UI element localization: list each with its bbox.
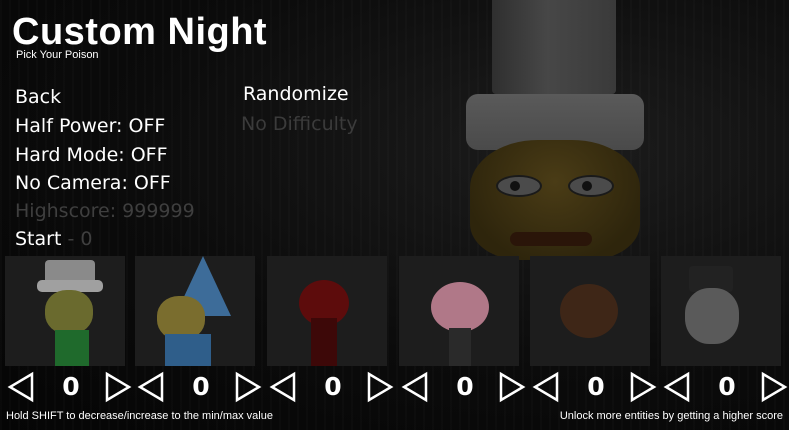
start-button[interactable]: Start [15,228,61,250]
entity-count: 0 [324,372,342,401]
entity-count: 0 [456,372,474,401]
decrease-arrow-icon[interactable] [269,371,297,403]
chef-body [55,330,89,366]
decrease-arrow-icon[interactable] [532,371,560,403]
increase-arrow-icon[interactable] [234,371,262,403]
shift-hint-text: Hold SHIFT to decrease/increase to the m… [6,410,273,422]
red-blob-body [311,318,337,366]
entity-counter-6: 0 [661,369,789,405]
no-camera-toggle[interactable]: No Camera: OFF [15,171,171,195]
entity-count: 0 [192,372,210,401]
pale-face-head [685,288,739,344]
entity-counter-2: 0 [135,369,266,405]
entity-card-chef-hat [5,256,125,366]
entity-counter-3: 0 [267,369,398,405]
entity-count: 0 [62,372,80,401]
increase-arrow-icon[interactable] [629,371,657,403]
decrease-arrow-icon[interactable] [7,371,35,403]
difficulty-label: No Difficulty [241,113,358,135]
hard-mode-toggle[interactable]: Hard Mode: OFF [15,143,168,167]
entity-card-pale-face [661,256,781,366]
increase-arrow-icon[interactable] [760,371,788,403]
entity-card-red-blob [267,256,387,366]
portrait-mouth [510,232,592,246]
decrease-arrow-icon[interactable] [401,371,429,403]
wizard-body [165,334,211,366]
portrait-right-eye [568,175,614,197]
increase-arrow-icon[interactable] [498,371,526,403]
pink-ball-body [449,328,471,366]
chef-head [45,290,93,334]
highscore-label: Highscore: 999999 [15,200,195,222]
portrait-hat [492,0,616,94]
decrease-arrow-icon[interactable] [137,371,165,403]
portrait-left-eye [496,175,542,197]
start-score: - 0 [67,228,93,250]
entity-card-pink-ball [399,256,519,366]
start-row: Start - 0 [15,227,92,251]
entity-count: 0 [718,372,736,401]
back-button[interactable]: Back [15,85,61,109]
increase-arrow-icon[interactable] [104,371,132,403]
page-subtitle: Pick Your Poison [16,49,99,61]
decrease-arrow-icon[interactable] [663,371,691,403]
entity-counter-5: 0 [530,369,661,405]
unlock-hint-text: Unlock more entities by getting a higher… [559,410,783,422]
half-power-toggle[interactable]: Half Power: OFF [15,114,165,138]
entity-count: 0 [587,372,605,401]
custom-night-screen: Custom Night Pick Your Poison Back Half … [0,0,789,430]
increase-arrow-icon[interactable] [366,371,394,403]
entity-counter-1: 0 [5,369,136,405]
background-character-portrait [440,0,670,260]
entity-card-wizard [135,256,255,366]
entity-card-dim-ball [530,256,650,366]
page-title: Custom Night [12,11,268,53]
entity-counter-4: 0 [399,369,530,405]
dim-ball-head [560,284,618,338]
pink-ball-head [431,282,489,332]
randomize-button[interactable]: Randomize [243,82,349,106]
